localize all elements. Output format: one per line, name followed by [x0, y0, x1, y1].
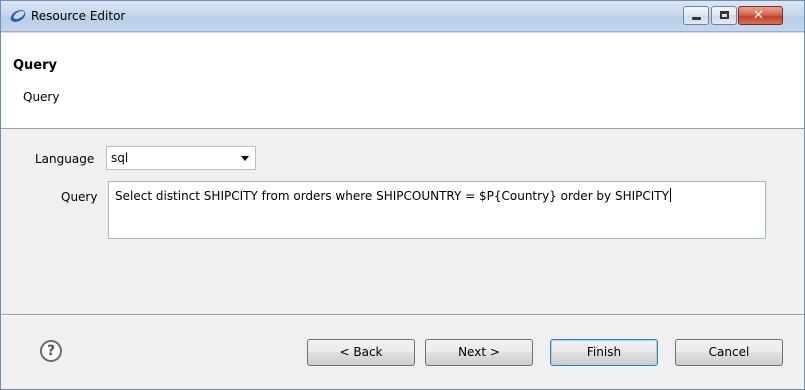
- page-description: Query: [23, 90, 60, 104]
- maximize-button[interactable]: [711, 6, 737, 25]
- app-icon: [9, 8, 27, 24]
- title-bar[interactable]: Resource Editor ✕: [1, 1, 804, 32]
- minimize-icon: [692, 17, 701, 20]
- page-title: Query: [13, 58, 58, 73]
- header-divider: [1, 32, 804, 33]
- query-text-value: Select distinct SHIPCITY from orders whe…: [115, 188, 671, 203]
- minimize-button[interactable]: [683, 6, 709, 25]
- back-button[interactable]: < Back: [307, 339, 415, 366]
- finish-button[interactable]: Finish: [550, 339, 658, 366]
- resource-editor-window: Resource Editor ✕ Query Query Language s…: [0, 0, 805, 390]
- close-icon: ✕: [753, 8, 764, 23]
- maximize-icon: [720, 11, 729, 19]
- next-button[interactable]: Next >: [425, 339, 533, 366]
- close-button[interactable]: ✕: [738, 6, 783, 25]
- cancel-button[interactable]: Cancel: [675, 339, 783, 366]
- help-icon[interactable]: ?: [40, 340, 62, 362]
- query-textarea[interactable]: Select distinct SHIPCITY from orders whe…: [108, 181, 766, 239]
- language-select-value: sql: [111, 151, 129, 165]
- window-title: Resource Editor: [31, 9, 126, 23]
- query-label: Query: [61, 190, 98, 204]
- language-select[interactable]: sql: [106, 146, 256, 170]
- wizard-header: Query Query: [1, 32, 804, 129]
- language-label: Language: [35, 152, 95, 166]
- footer-divider-highlight: [1, 315, 804, 316]
- text-caret: [669, 188, 671, 202]
- chevron-down-icon[interactable]: [241, 156, 249, 161]
